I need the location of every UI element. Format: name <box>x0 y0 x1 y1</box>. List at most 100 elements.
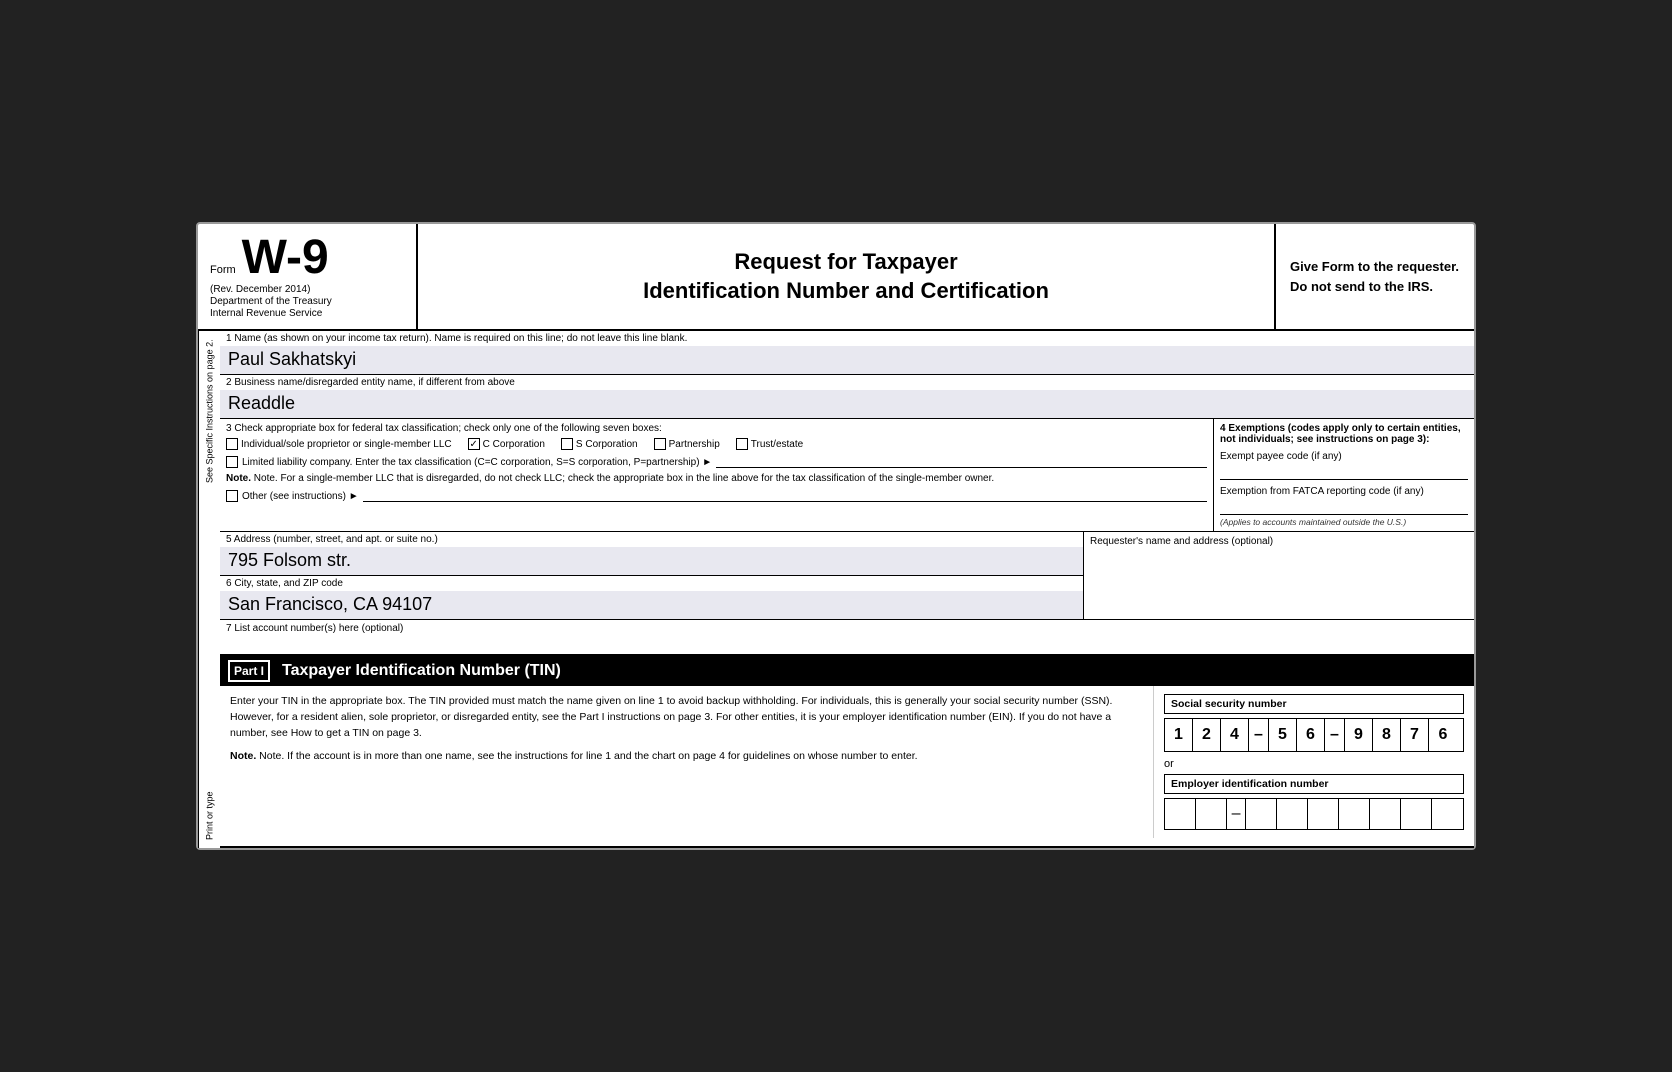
ein-digit-8 <box>1401 799 1432 829</box>
llc-row: Limited liability company. Enter the tax… <box>226 456 1207 468</box>
checkbox-other-box[interactable] <box>226 490 238 502</box>
ein-digit-9 <box>1432 799 1463 829</box>
ssn-digit-1: 1 <box>1165 719 1193 751</box>
field-2-value: Readdle <box>220 390 1474 418</box>
field-6-value: San Francisco, CA 94107 <box>220 591 1083 619</box>
ein-digit-6 <box>1339 799 1370 829</box>
fatca-line <box>1220 499 1468 515</box>
field-6-row: 6 City, state, and ZIP code San Francisc… <box>220 576 1083 619</box>
ein-digit-1 <box>1165 799 1196 829</box>
part1-body-text: Enter your TIN in the appropriate box. T… <box>230 694 1143 741</box>
form-header: Form W-9 (Rev. December 2014) Department… <box>198 224 1474 331</box>
checkbox-trust-box[interactable] <box>736 438 748 450</box>
field-7-label: 7 List account number(s) here (optional) <box>226 623 403 634</box>
ein-digit-5 <box>1308 799 1339 829</box>
form-title: Request for Taxpayer Identification Numb… <box>643 248 1049 305</box>
ssn-boxes: 1 2 4 – 5 6 – 9 8 7 6 <box>1164 718 1464 752</box>
sidebar-print: Print or type <box>205 791 215 840</box>
checkbox-trust: Trust/estate <box>736 438 803 450</box>
requester-section: Requester's name and address (optional) <box>1084 532 1474 619</box>
form-body: Print or type See Specific Instructions … <box>198 331 1474 848</box>
ssn-digit-6: 9 <box>1345 719 1373 751</box>
fatca-note: (Applies to accounts maintained outside … <box>1220 517 1468 527</box>
exempt-payee-label: Exempt payee code (if any) <box>1220 451 1342 462</box>
form-give-instruction: Give Form to the requester. Do not send … <box>1274 224 1474 329</box>
ssn-digit-5: 6 <box>1297 719 1325 751</box>
exemptions-label: 4 Exemptions (codes apply only to certai… <box>1220 423 1468 445</box>
part1-title: Taxpayer Identification Number (TIN) <box>282 662 561 680</box>
checkbox-s-corp: S Corporation <box>561 438 638 450</box>
or-text: or <box>1164 758 1464 770</box>
field-1-value: Paul Sakhatskyi <box>220 346 1474 374</box>
part1-header: Part I Taxpayer Identification Number (T… <box>220 656 1474 686</box>
checkbox-c-corp-box[interactable]: ✓ <box>468 438 480 450</box>
field-1-label: 1 Name (as shown on your income tax retu… <box>220 331 1474 346</box>
form-revision: (Rev. December 2014) <box>210 284 404 295</box>
checkbox-c-corp: ✓ C Corporation <box>468 438 545 450</box>
checkbox-partnership: Partnership <box>654 438 720 450</box>
section-3-left: 3 Check appropriate box for federal tax … <box>220 419 1214 531</box>
checkbox-partnership-label: Partnership <box>669 439 720 450</box>
fatca-section: Exemption from FATCA reporting code (if … <box>1220 486 1468 515</box>
checkbox-individual: Individual/sole proprietor or single-mem… <box>226 438 452 450</box>
part1-note: Note. Note. If the account is in more th… <box>230 749 1143 765</box>
form-label: Form <box>210 264 236 276</box>
form-header-left: Form W-9 (Rev. December 2014) Department… <box>198 224 418 329</box>
field-6-label: 6 City, state, and ZIP code <box>220 576 1083 591</box>
exempt-payee: Exempt payee code (if any) <box>1220 451 1468 480</box>
ssn-digit-3: 4 <box>1221 719 1249 751</box>
ssn-dash-1: – <box>1249 719 1269 751</box>
form-w9: Form W-9 (Rev. December 2014) Department… <box>196 222 1476 850</box>
form-number-area: Form W-9 <box>210 234 404 282</box>
ein-dash: – <box>1227 799 1246 829</box>
ssn-digit-9: 6 <box>1429 719 1457 751</box>
ssn-dash-2: – <box>1325 719 1345 751</box>
sidebar-instructions: See Specific Instructions on page 2. <box>205 339 215 483</box>
field-1-row: 1 Name (as shown on your income tax retu… <box>220 331 1474 375</box>
bottom-line <box>220 846 1474 848</box>
classification-row: Individual/sole proprietor or single-mem… <box>226 438 1207 450</box>
part1-left: Enter your TIN in the appropriate box. T… <box>220 686 1154 838</box>
exempt-payee-line <box>1220 464 1468 480</box>
checkbox-trust-label: Trust/estate <box>751 439 803 450</box>
ein-digit-7 <box>1370 799 1401 829</box>
ssn-digit-8: 7 <box>1401 719 1429 751</box>
ssn-digit-4: 5 <box>1269 719 1297 751</box>
other-line <box>363 490 1207 502</box>
ssn-digit-7: 8 <box>1373 719 1401 751</box>
field-5-value: 795 Folsom str. <box>220 547 1083 575</box>
field-2-label: 2 Business name/disregarded entity name,… <box>220 375 1474 390</box>
part1-body: Enter your TIN in the appropriate box. T… <box>220 686 1474 838</box>
ein-digit-3 <box>1246 799 1277 829</box>
checkbox-s-corp-label: S Corporation <box>576 439 638 450</box>
field-7-row: 7 List account number(s) here (optional) <box>220 620 1474 656</box>
ein-digit-4 <box>1277 799 1308 829</box>
llc-line <box>716 456 1207 468</box>
section3-note: Note. Note. For a single-member LLC that… <box>226 473 1207 484</box>
field-5-row: 5 Address (number, street, and apt. or s… <box>220 532 1083 576</box>
field-3-label: 3 Check appropriate box for federal tax … <box>226 423 1207 434</box>
form-w9-number: W-9 <box>242 234 329 282</box>
ein-digit-2 <box>1196 799 1227 829</box>
ssn-digit-2: 2 <box>1193 719 1221 751</box>
section-3: 3 Check appropriate box for federal tax … <box>220 419 1474 532</box>
section-3-right: 4 Exemptions (codes apply only to certai… <box>1214 419 1474 531</box>
ein-boxes: – <box>1164 798 1464 830</box>
checkbox-s-corp-box[interactable] <box>561 438 573 450</box>
form-dept: Department of the Treasury <box>210 296 404 307</box>
address-section: 5 Address (number, street, and apt. or s… <box>220 532 1474 620</box>
form-header-center: Request for Taxpayer Identification Numb… <box>418 224 1274 329</box>
checkbox-individual-label: Individual/sole proprietor or single-mem… <box>241 439 452 450</box>
requester-label: Requester's name and address (optional) <box>1090 536 1468 547</box>
checkbox-llc-box[interactable] <box>226 456 238 468</box>
part1-label: Part I <box>228 660 270 682</box>
checkbox-c-corp-label: C Corporation <box>483 439 545 450</box>
checkbox-individual-box[interactable] <box>226 438 238 450</box>
checkbox-partnership-box[interactable] <box>654 438 666 450</box>
fatca-label: Exemption from FATCA reporting code (if … <box>1220 486 1424 497</box>
form-irs: Internal Revenue Service <box>210 308 404 319</box>
address-left: 5 Address (number, street, and apt. or s… <box>220 532 1084 619</box>
sidebar-label: Print or type See Specific Instructions … <box>198 331 220 848</box>
llc-text: Limited liability company. Enter the tax… <box>242 457 712 468</box>
form-main-content: 1 Name (as shown on your income tax retu… <box>220 331 1474 848</box>
